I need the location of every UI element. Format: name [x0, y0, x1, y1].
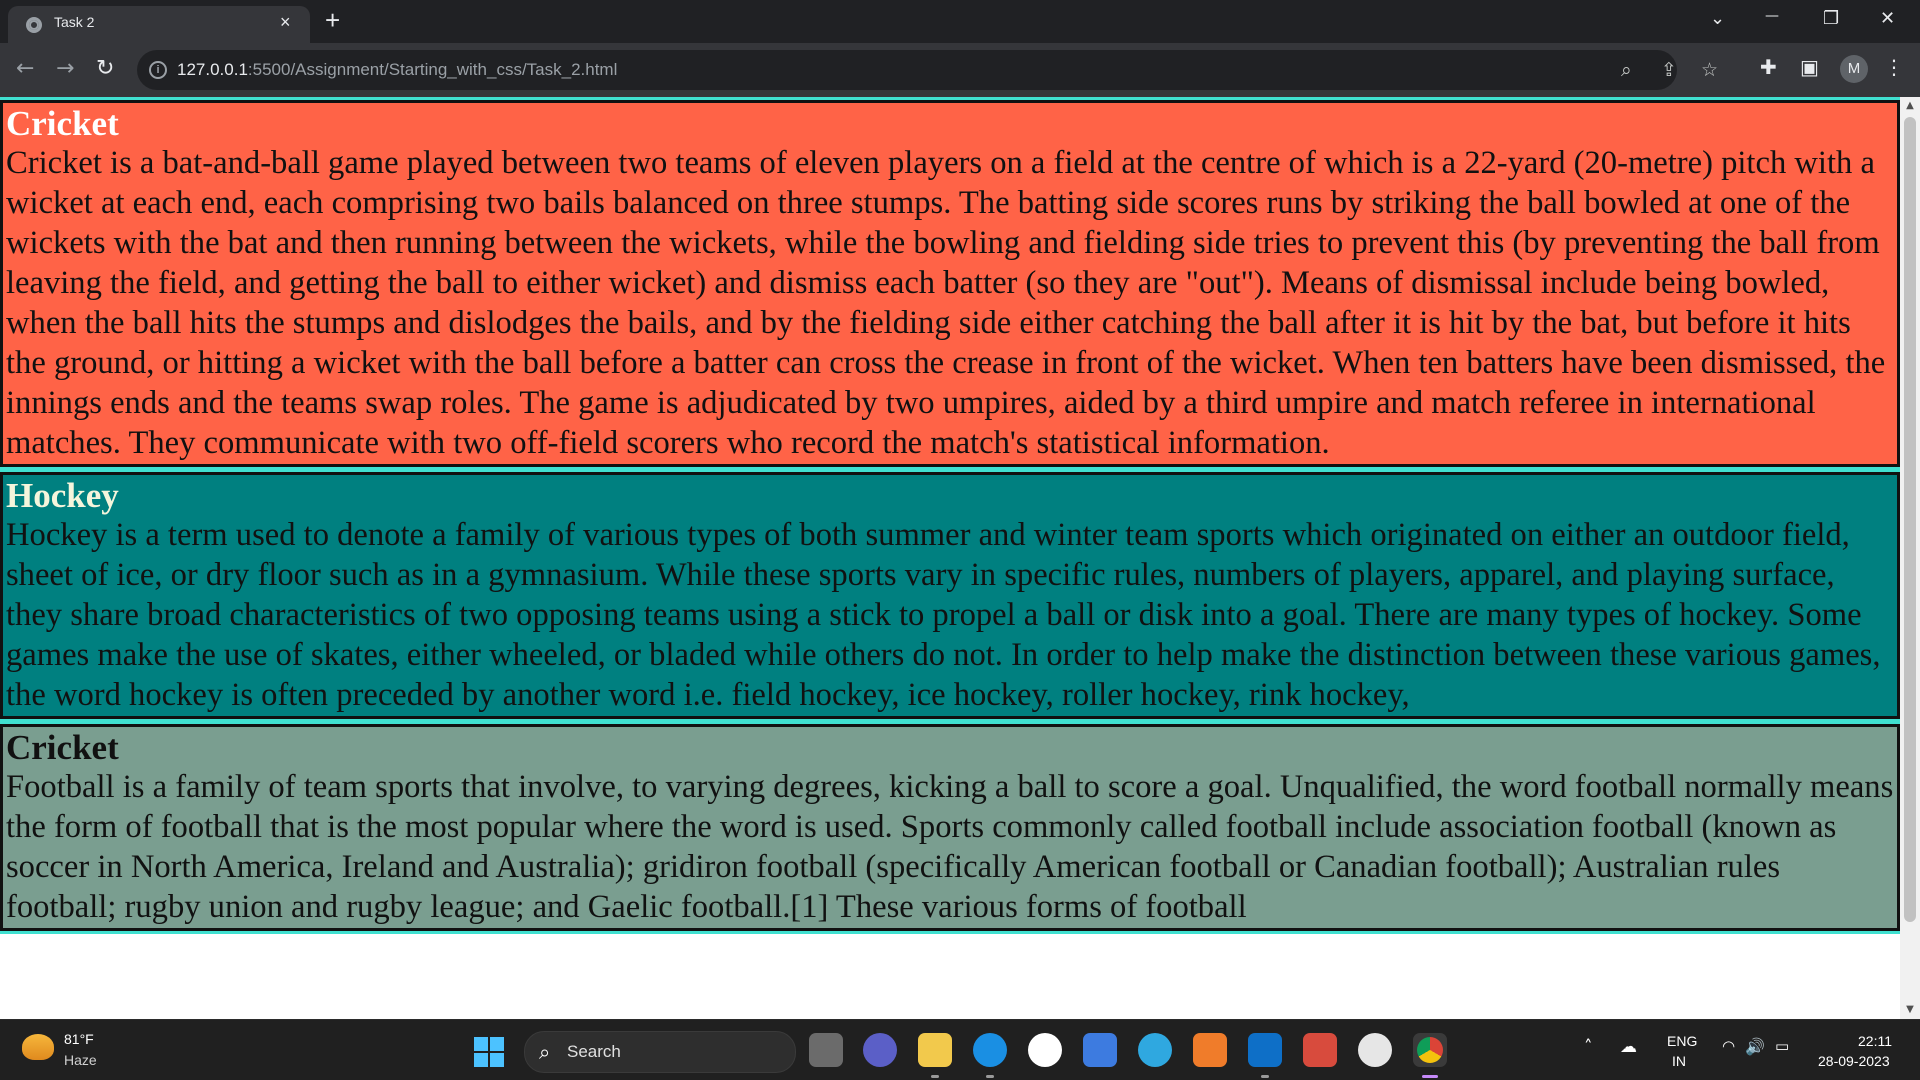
extensions-puzzle-icon[interactable]: ✚ [1760, 55, 1777, 79]
weather-haze-icon[interactable] [22, 1034, 54, 1060]
side-panel-icon[interactable]: ▣ [1800, 55, 1819, 79]
browser-tab-strip: Task 2 × + ⌄ — ❐ ✕ [0, 0, 1920, 43]
app-running-indicator [1261, 1075, 1269, 1078]
share-icon[interactable]: ⇪ [1661, 59, 1677, 81]
windows-taskbar: 81°F Haze ⌕ Search ˄ ☁ ENG IN ◠ 🔊 ▭ 22:1… [0, 1019, 1920, 1080]
chrome-icon[interactable] [1413, 1033, 1447, 1067]
back-arrow-icon[interactable]: ← [16, 56, 34, 81]
profile-avatar[interactable]: M [1840, 55, 1868, 83]
section-paragraph: Cricket is a bat-and-ball game played be… [6, 145, 1886, 461]
new-tab-button[interactable]: + [325, 6, 340, 34]
url-text[interactable]: 127.0.0.1:5500/Assignment/Starting_with_… [177, 60, 617, 80]
windows-start-icon[interactable] [474, 1037, 504, 1067]
app-running-indicator [986, 1075, 994, 1078]
scrollbar-thumb[interactable] [1904, 117, 1916, 922]
reload-icon[interactable]: ↻ [96, 56, 114, 81]
section-paragraph: Hockey is a term used to denote a family… [6, 517, 1881, 713]
show-hidden-icons-chevron-icon[interactable]: ˄ [1584, 1037, 1593, 1057]
browser-menu-icon[interactable]: ⋮ [1884, 55, 1904, 79]
onedrive-cloud-icon[interactable]: ☁ [1620, 1037, 1637, 1057]
minimize-button[interactable]: — [1765, 8, 1779, 24]
edge-browser-icon[interactable] [973, 1033, 1007, 1067]
tab-close-icon[interactable]: × [280, 12, 291, 33]
microsoft-store-icon[interactable] [1083, 1033, 1117, 1067]
app-running-indicator [931, 1075, 939, 1078]
input-region-indicator[interactable]: IN [1672, 1053, 1686, 1069]
browser-tab[interactable]: Task 2 × [8, 6, 310, 43]
globe-icon [26, 17, 42, 33]
cricket-section: Cricket Cricket is a bat-and-ball game p… [0, 97, 1900, 470]
file-explorer-icon[interactable] [918, 1033, 952, 1067]
tab-search-dropdown-icon[interactable]: ⌄ [1710, 8, 1725, 29]
football-section: Cricket Football is a family of team spo… [0, 721, 1900, 934]
search-label: Search [567, 1042, 621, 1061]
scroll-down-arrow-icon[interactable]: ▼ [1900, 1001, 1920, 1019]
vscode-icon[interactable] [1248, 1033, 1282, 1067]
hockey-section: Hockey Hockey is a term used to denote a… [0, 469, 1900, 722]
clock-time[interactable]: 22:11 [1858, 1033, 1892, 1049]
app-active-indicator [1422, 1075, 1438, 1078]
site-info-icon[interactable]: i [149, 61, 167, 79]
task-view-icon[interactable] [809, 1033, 843, 1067]
vertical-scrollbar[interactable]: ▲ ▼ [1900, 97, 1920, 1019]
weather-description[interactable]: Haze [64, 1052, 97, 1068]
weather-temperature[interactable]: 81°F [64, 1031, 94, 1047]
address-bar[interactable]: i 127.0.0.1:5500/Assignment/Starting_wit… [137, 50, 1718, 90]
page-viewport: Cricket Cricket is a bat-and-ball game p… [0, 97, 1900, 1019]
language-indicator[interactable]: ENG [1667, 1033, 1697, 1049]
clock-date[interactable]: 28-09-2023 [1818, 1053, 1890, 1069]
section-heading: Hockey [6, 476, 119, 515]
search-icon: ⌕ [539, 1040, 551, 1064]
gmail-icon[interactable] [1303, 1033, 1337, 1067]
browser-toolbar: ← → ↻ i 127.0.0.1:5500/Assignment/Starti… [0, 43, 1920, 97]
close-window-button[interactable]: ✕ [1880, 8, 1895, 29]
taskbar-search-box[interactable]: ⌕ Search [524, 1031, 796, 1073]
wifi-icon[interactable]: ◠ [1722, 1037, 1735, 1055]
battery-icon[interactable]: ▭ [1775, 1037, 1789, 1055]
section-heading: Cricket [6, 104, 119, 143]
github-icon[interactable] [1028, 1033, 1062, 1067]
tab-title: Task 2 [54, 14, 95, 30]
xampp-icon[interactable] [1193, 1033, 1227, 1067]
scroll-up-arrow-icon[interactable]: ▲ [1900, 97, 1920, 115]
teams-chat-icon[interactable] [863, 1033, 897, 1067]
python-idle-icon[interactable] [1138, 1033, 1172, 1067]
wordpress-icon[interactable] [1358, 1033, 1392, 1067]
section-paragraph: Football is a family of team sports that… [6, 769, 1894, 925]
bookmark-star-icon[interactable]: ☆ [1701, 59, 1718, 81]
restore-button[interactable]: ❐ [1823, 8, 1839, 29]
section-heading: Cricket [6, 728, 119, 767]
volume-icon[interactable]: 🔊 [1745, 1037, 1765, 1056]
zoom-icon[interactable]: ⌕ [1621, 59, 1632, 81]
forward-arrow-icon[interactable]: → [56, 56, 74, 81]
